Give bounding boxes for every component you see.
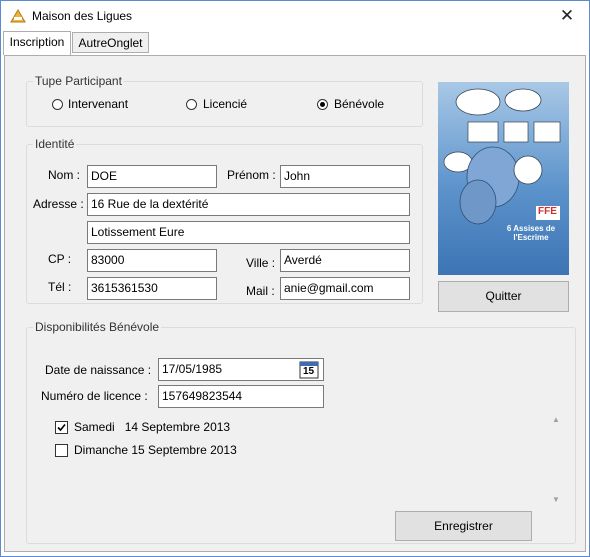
type-participant-title: Tupe Participant	[33, 74, 124, 88]
inscription-panel: Tupe Participant Intervenant Licencié Bé…	[4, 55, 586, 552]
title-bar: Maison des Ligues ✕	[1, 1, 589, 31]
prenom-label: Prénom :	[227, 168, 276, 182]
disponibilites-title: Disponibilités Bénévole	[33, 320, 162, 334]
poster-logo: FFE	[538, 206, 557, 217]
nom-label: Nom :	[48, 168, 81, 182]
ville-label: Ville :	[246, 256, 276, 270]
mail-field[interactable]: anie@gmail.com	[280, 277, 410, 300]
numero-licence-field[interactable]: 157649823544	[158, 385, 324, 408]
vertical-scrollbar[interactable]: ▲ ▼	[548, 413, 564, 506]
event-poster-image: FFE 6 Assises de l'Escrime	[438, 82, 569, 275]
adresse-line1-field[interactable]: 16 Rue de la dextérité	[87, 193, 410, 216]
nom-field[interactable]: DOE	[87, 165, 217, 188]
identite-group: Identité Nom : DOE Prénom : John Adresse…	[26, 137, 423, 304]
disponibilites-group: Disponibilités Bénévole Date de naissanc…	[26, 320, 576, 544]
app-window: Maison des Ligues ✕ Inscription AutreOng…	[0, 0, 590, 557]
check-icon	[57, 423, 66, 432]
radio-benevole-label: Bénévole	[334, 97, 385, 111]
checkbox-samedi-label: Samedi 14 Septembre 2013	[74, 420, 231, 434]
tel-label: Tél :	[48, 280, 72, 294]
scroll-up-icon[interactable]: ▲	[552, 415, 560, 424]
tab-inscription[interactable]: Inscription	[3, 31, 71, 55]
close-icon: ✕	[559, 6, 575, 25]
tel-field[interactable]: 3615361530	[87, 277, 217, 300]
ville-field[interactable]: Averdé	[280, 249, 410, 272]
window-title: Maison des Ligues	[32, 9, 133, 23]
tab-strip: Inscription AutreOnglet	[3, 31, 587, 55]
checkbox-dimanche-box[interactable]	[55, 444, 68, 457]
radio-intervenant-dot[interactable]	[52, 99, 63, 110]
mail-label: Mail :	[246, 284, 275, 298]
poster-headline: 6 Assises de l'Escrime	[506, 224, 556, 242]
calendar-button[interactable]: 15	[299, 360, 319, 379]
enregistrer-button[interactable]: Enregistrer	[395, 511, 532, 541]
type-participant-group: Tupe Participant Intervenant Licencié Bé…	[26, 74, 423, 127]
checkbox-dimanche-label: Dimanche 15 Septembre 2013	[74, 443, 237, 457]
cp-field[interactable]: 83000	[87, 249, 217, 272]
close-button[interactable]: ✕	[545, 1, 589, 31]
scroll-down-icon[interactable]: ▼	[552, 495, 560, 504]
radio-licencie-label: Licencié	[203, 97, 248, 111]
tab-autre-onglet[interactable]: AutreOnglet	[72, 32, 149, 53]
radio-benevole-dot[interactable]	[317, 99, 328, 110]
app-icon	[10, 9, 26, 23]
identite-title: Identité	[33, 137, 77, 151]
date-naissance-value: 17/05/1985	[162, 362, 223, 376]
quitter-button[interactable]: Quitter	[438, 281, 569, 312]
prenom-field[interactable]: John	[280, 165, 410, 188]
poster-illustration	[443, 88, 561, 225]
radio-intervenant-label: Intervenant	[68, 97, 129, 111]
cp-label: CP :	[48, 252, 72, 266]
checkbox-samedi-box[interactable]	[55, 421, 68, 434]
adresse-label: Adresse :	[33, 197, 84, 211]
calendar-day: 15	[303, 366, 315, 377]
radio-licencie-dot[interactable]	[186, 99, 197, 110]
adresse-line2-field[interactable]: Lotissement Eure	[87, 221, 410, 244]
numero-licence-label: Numéro de licence :	[41, 389, 148, 403]
date-naissance-label: Date de naissance :	[45, 363, 152, 377]
